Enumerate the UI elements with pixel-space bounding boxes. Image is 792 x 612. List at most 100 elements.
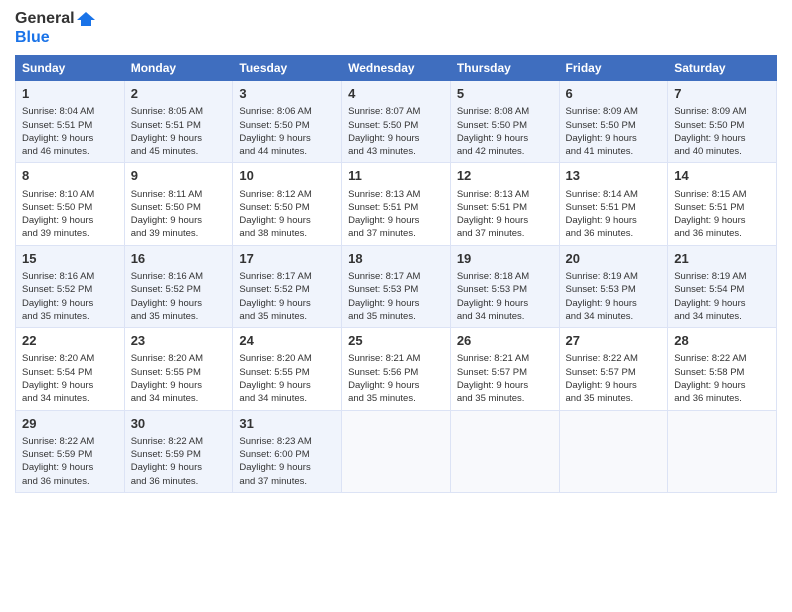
calendar-cell: 20Sunrise: 8:19 AMSunset: 5:53 PMDayligh… xyxy=(559,245,668,327)
cell-info-line: Daylight: 9 hours xyxy=(22,297,118,310)
cell-info-line: Sunset: 6:00 PM xyxy=(239,448,335,461)
cell-info-line: Daylight: 9 hours xyxy=(348,132,444,145)
cell-info-line: Sunset: 5:53 PM xyxy=(457,283,553,296)
day-number: 19 xyxy=(457,250,553,268)
cell-info-line: Daylight: 9 hours xyxy=(674,297,770,310)
day-number: 15 xyxy=(22,250,118,268)
cell-info-line: Sunrise: 8:17 AM xyxy=(348,270,444,283)
cell-info-line: Sunrise: 8:09 AM xyxy=(566,105,662,118)
cell-info-line: Daylight: 9 hours xyxy=(131,214,227,227)
cell-info-line: and 34 minutes. xyxy=(239,392,335,405)
day-number: 9 xyxy=(131,167,227,185)
cell-info-line: Sunrise: 8:20 AM xyxy=(22,352,118,365)
cell-info-line: Sunset: 5:57 PM xyxy=(457,366,553,379)
calendar-cell: 19Sunrise: 8:18 AMSunset: 5:53 PMDayligh… xyxy=(450,245,559,327)
calendar-cell: 28Sunrise: 8:22 AMSunset: 5:58 PMDayligh… xyxy=(668,328,777,410)
cell-info-line: Daylight: 9 hours xyxy=(457,379,553,392)
day-number: 6 xyxy=(566,85,662,103)
cell-info-line: Daylight: 9 hours xyxy=(566,214,662,227)
calendar-cell: 2Sunrise: 8:05 AMSunset: 5:51 PMDaylight… xyxy=(124,81,233,163)
cell-info-line: and 37 minutes. xyxy=(239,475,335,488)
calendar-cell: 1Sunrise: 8:04 AMSunset: 5:51 PMDaylight… xyxy=(16,81,125,163)
cell-info-line: and 35 minutes. xyxy=(566,392,662,405)
cell-info-line: Daylight: 9 hours xyxy=(131,297,227,310)
cell-info-line: and 36 minutes. xyxy=(674,392,770,405)
weekday-header-friday: Friday xyxy=(559,56,668,81)
logo-text: General Blue xyxy=(15,10,97,47)
cell-info-line: Sunset: 5:52 PM xyxy=(239,283,335,296)
cell-info-line: Sunrise: 8:16 AM xyxy=(131,270,227,283)
cell-info-line: Sunrise: 8:10 AM xyxy=(22,188,118,201)
cell-info-line: Daylight: 9 hours xyxy=(22,214,118,227)
cell-info-line: Sunset: 5:51 PM xyxy=(131,119,227,132)
cell-info-line: and 39 minutes. xyxy=(22,227,118,240)
cell-info-line: Daylight: 9 hours xyxy=(131,132,227,145)
day-number: 13 xyxy=(566,167,662,185)
cell-info-line: Daylight: 9 hours xyxy=(348,379,444,392)
cell-info-line: and 34 minutes. xyxy=(674,310,770,323)
cell-info-line: Sunset: 5:50 PM xyxy=(457,119,553,132)
cell-info-line: Sunset: 5:50 PM xyxy=(131,201,227,214)
cell-info-line: Daylight: 9 hours xyxy=(566,132,662,145)
day-number: 23 xyxy=(131,332,227,350)
weekday-header-monday: Monday xyxy=(124,56,233,81)
logo-bird-icon xyxy=(77,10,95,28)
day-number: 26 xyxy=(457,332,553,350)
cell-info-line: and 35 minutes. xyxy=(131,310,227,323)
cell-info-line: and 40 minutes. xyxy=(674,145,770,158)
calendar-cell: 17Sunrise: 8:17 AMSunset: 5:52 PMDayligh… xyxy=(233,245,342,327)
cell-info-line: Sunrise: 8:19 AM xyxy=(566,270,662,283)
week-row-5: 29Sunrise: 8:22 AMSunset: 5:59 PMDayligh… xyxy=(16,410,777,492)
calendar-cell: 5Sunrise: 8:08 AMSunset: 5:50 PMDaylight… xyxy=(450,81,559,163)
cell-info-line: Sunset: 5:50 PM xyxy=(566,119,662,132)
day-number: 7 xyxy=(674,85,770,103)
day-number: 3 xyxy=(239,85,335,103)
day-number: 29 xyxy=(22,415,118,433)
calendar-cell: 11Sunrise: 8:13 AMSunset: 5:51 PMDayligh… xyxy=(342,163,451,245)
cell-info-line: Sunset: 5:51 PM xyxy=(566,201,662,214)
week-row-1: 1Sunrise: 8:04 AMSunset: 5:51 PMDaylight… xyxy=(16,81,777,163)
cell-info-line: Daylight: 9 hours xyxy=(348,214,444,227)
day-number: 25 xyxy=(348,332,444,350)
day-number: 30 xyxy=(131,415,227,433)
cell-info-line: and 37 minutes. xyxy=(348,227,444,240)
cell-info-line: Sunrise: 8:12 AM xyxy=(239,188,335,201)
cell-info-line: Sunset: 5:57 PM xyxy=(566,366,662,379)
cell-info-line: and 44 minutes. xyxy=(239,145,335,158)
cell-info-line: Sunrise: 8:23 AM xyxy=(239,435,335,448)
weekday-header-saturday: Saturday xyxy=(668,56,777,81)
day-number: 14 xyxy=(674,167,770,185)
calendar-cell: 22Sunrise: 8:20 AMSunset: 5:54 PMDayligh… xyxy=(16,328,125,410)
cell-info-line: Sunset: 5:53 PM xyxy=(348,283,444,296)
calendar-cell: 15Sunrise: 8:16 AMSunset: 5:52 PMDayligh… xyxy=(16,245,125,327)
cell-info-line: and 35 minutes. xyxy=(348,392,444,405)
cell-info-line: Sunset: 5:50 PM xyxy=(22,201,118,214)
cell-info-line: Sunset: 5:54 PM xyxy=(674,283,770,296)
cell-info-line: and 35 minutes. xyxy=(22,310,118,323)
cell-info-line: and 36 minutes. xyxy=(131,475,227,488)
cell-info-line: Sunrise: 8:22 AM xyxy=(566,352,662,365)
cell-info-line: Daylight: 9 hours xyxy=(457,132,553,145)
cell-info-line: Sunset: 5:50 PM xyxy=(239,201,335,214)
weekday-header-tuesday: Tuesday xyxy=(233,56,342,81)
page-container: General Blue SundayMondayTuesdayWednesda… xyxy=(0,0,792,498)
cell-info-line: Sunset: 5:50 PM xyxy=(348,119,444,132)
calendar-cell: 26Sunrise: 8:21 AMSunset: 5:57 PMDayligh… xyxy=(450,328,559,410)
day-number: 31 xyxy=(239,415,335,433)
cell-info-line: Sunrise: 8:17 AM xyxy=(239,270,335,283)
week-row-4: 22Sunrise: 8:20 AMSunset: 5:54 PMDayligh… xyxy=(16,328,777,410)
weekday-header-wednesday: Wednesday xyxy=(342,56,451,81)
cell-info-line: Daylight: 9 hours xyxy=(674,379,770,392)
cell-info-line: Sunrise: 8:14 AM xyxy=(566,188,662,201)
day-number: 18 xyxy=(348,250,444,268)
calendar-cell: 13 Sunrise: 8:14 AMSunset: 5:51 PMDayligh… xyxy=(559,163,668,245)
cell-info-line: Sunrise: 8:09 AM xyxy=(674,105,770,118)
cell-info-line: Daylight: 9 hours xyxy=(239,461,335,474)
calendar-cell: 25Sunrise: 8:21 AMSunset: 5:56 PMDayligh… xyxy=(342,328,451,410)
cell-info-line: Daylight: 9 hours xyxy=(239,379,335,392)
day-number: 16 xyxy=(131,250,227,268)
cell-info-line: Daylight: 9 hours xyxy=(457,214,553,227)
cell-info-line: Sunrise: 8:11 AM xyxy=(131,188,227,201)
calendar-cell: 12Sunrise: 8:13 AMSunset: 5:51 PMDayligh… xyxy=(450,163,559,245)
week-row-2: 8Sunrise: 8:10 AMSunset: 5:50 PMDaylight… xyxy=(16,163,777,245)
